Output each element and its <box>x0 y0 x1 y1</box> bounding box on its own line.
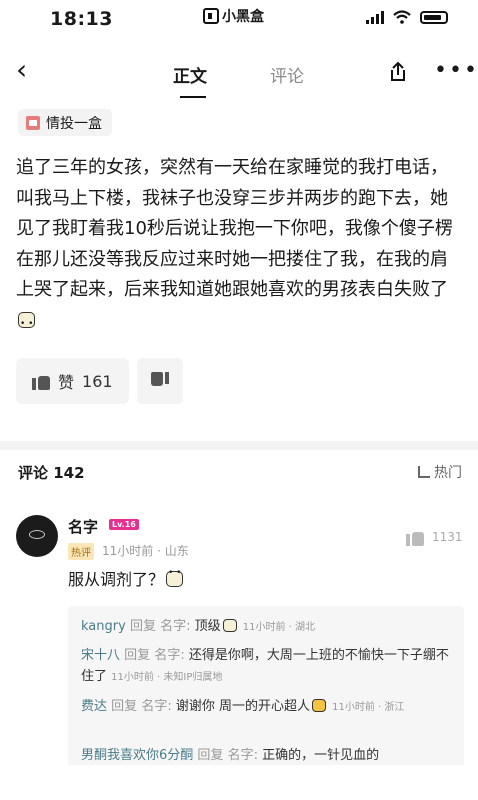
post-body: 追了三年的女孩，突然有一天给在家睡觉的我打电话，叫我马上下楼，我袜子也没穿三步并… <box>16 153 456 339</box>
app-logo-icon <box>203 8 219 24</box>
reply-item[interactable]: 费达 回复 名字: 谢谢你 周一的开心超人 11小时前 · 浙江 <box>81 696 459 718</box>
emoji-face-icon <box>311 699 326 712</box>
like-label: 赞 <box>58 373 75 392</box>
commenter-name[interactable]: 名字 <box>68 516 98 537</box>
share-icon[interactable] <box>386 60 410 84</box>
topic-tag-label: 情投一盒 <box>46 115 102 132</box>
sort-icon <box>418 466 430 478</box>
box-icon <box>26 115 40 130</box>
app-name: 小黑盒 <box>222 9 264 25</box>
wifi-icon <box>393 10 411 24</box>
sort-hot-button[interactable]: 热门 <box>418 462 462 482</box>
comment-like-count: 1131 <box>432 530 463 544</box>
emoji-face-icon <box>166 568 184 587</box>
tab-main[interactable]: 正文 <box>173 62 207 87</box>
thumb-down-icon <box>151 372 169 390</box>
tab-comments[interactable]: 评论 <box>270 62 304 87</box>
system-icons <box>366 10 448 24</box>
topic-tag[interactable]: 情投一盒 <box>18 109 112 136</box>
tab-indicator <box>180 96 206 98</box>
comments-title: 评论 <box>18 464 49 482</box>
comment-like-button[interactable]: 1131 <box>406 528 463 546</box>
like-count: 161 <box>82 371 113 391</box>
app-brand: 小黑盒 <box>203 6 264 26</box>
level-badge: Lv.16 <box>109 519 139 530</box>
section-divider <box>0 441 478 450</box>
reply-item[interactable]: kangry 回复 名字: 顶级 11小时前 · 湖北 <box>81 616 459 638</box>
hot-comment-badge: 热评 <box>68 543 94 560</box>
status-time: 18:13 <box>50 8 113 30</box>
top-nav: ‹ 正文 评论 ••• <box>0 50 478 100</box>
status-bar: 18:13 小黑盒 <box>0 0 478 40</box>
sort-label: 热门 <box>434 465 462 481</box>
avatar[interactable] <box>16 515 58 557</box>
reply-item[interactable]: 男酮我喜欢你6分酮 回复 名字: 正确的，一针见血的 <box>81 745 459 766</box>
battery-icon <box>420 10 448 24</box>
post-text: 追了三年的女孩，突然有一天给在家睡觉的我打电话，叫我马上下楼，我袜子也没穿三步并… <box>16 157 453 300</box>
emoji-face-icon <box>222 619 237 632</box>
thumb-up-icon <box>406 528 424 546</box>
post-actions: 赞 161 <box>16 358 183 404</box>
comment-meta: 11小时前 · 山东 <box>102 544 189 558</box>
signal-icon <box>366 10 384 24</box>
comments-header: 评论 142 <box>18 462 85 483</box>
like-button[interactable]: 赞 161 <box>16 358 129 404</box>
comments-count: 142 <box>53 464 85 482</box>
thumb-up-icon <box>32 372 50 390</box>
reply-item[interactable]: 宋十八 回复 名字: 还得是你啊，大周一上班的不愉快一下子绷不住了 11小时前 … <box>81 645 459 688</box>
chevron-left-icon[interactable]: ‹ <box>16 56 27 84</box>
more-icon[interactable]: ••• <box>434 58 478 83</box>
bottom-fade <box>0 765 478 800</box>
dislike-button[interactable] <box>136 358 183 404</box>
comment-text: 服从调剂了？ <box>68 566 184 590</box>
emoji-face-icon <box>18 309 35 339</box>
